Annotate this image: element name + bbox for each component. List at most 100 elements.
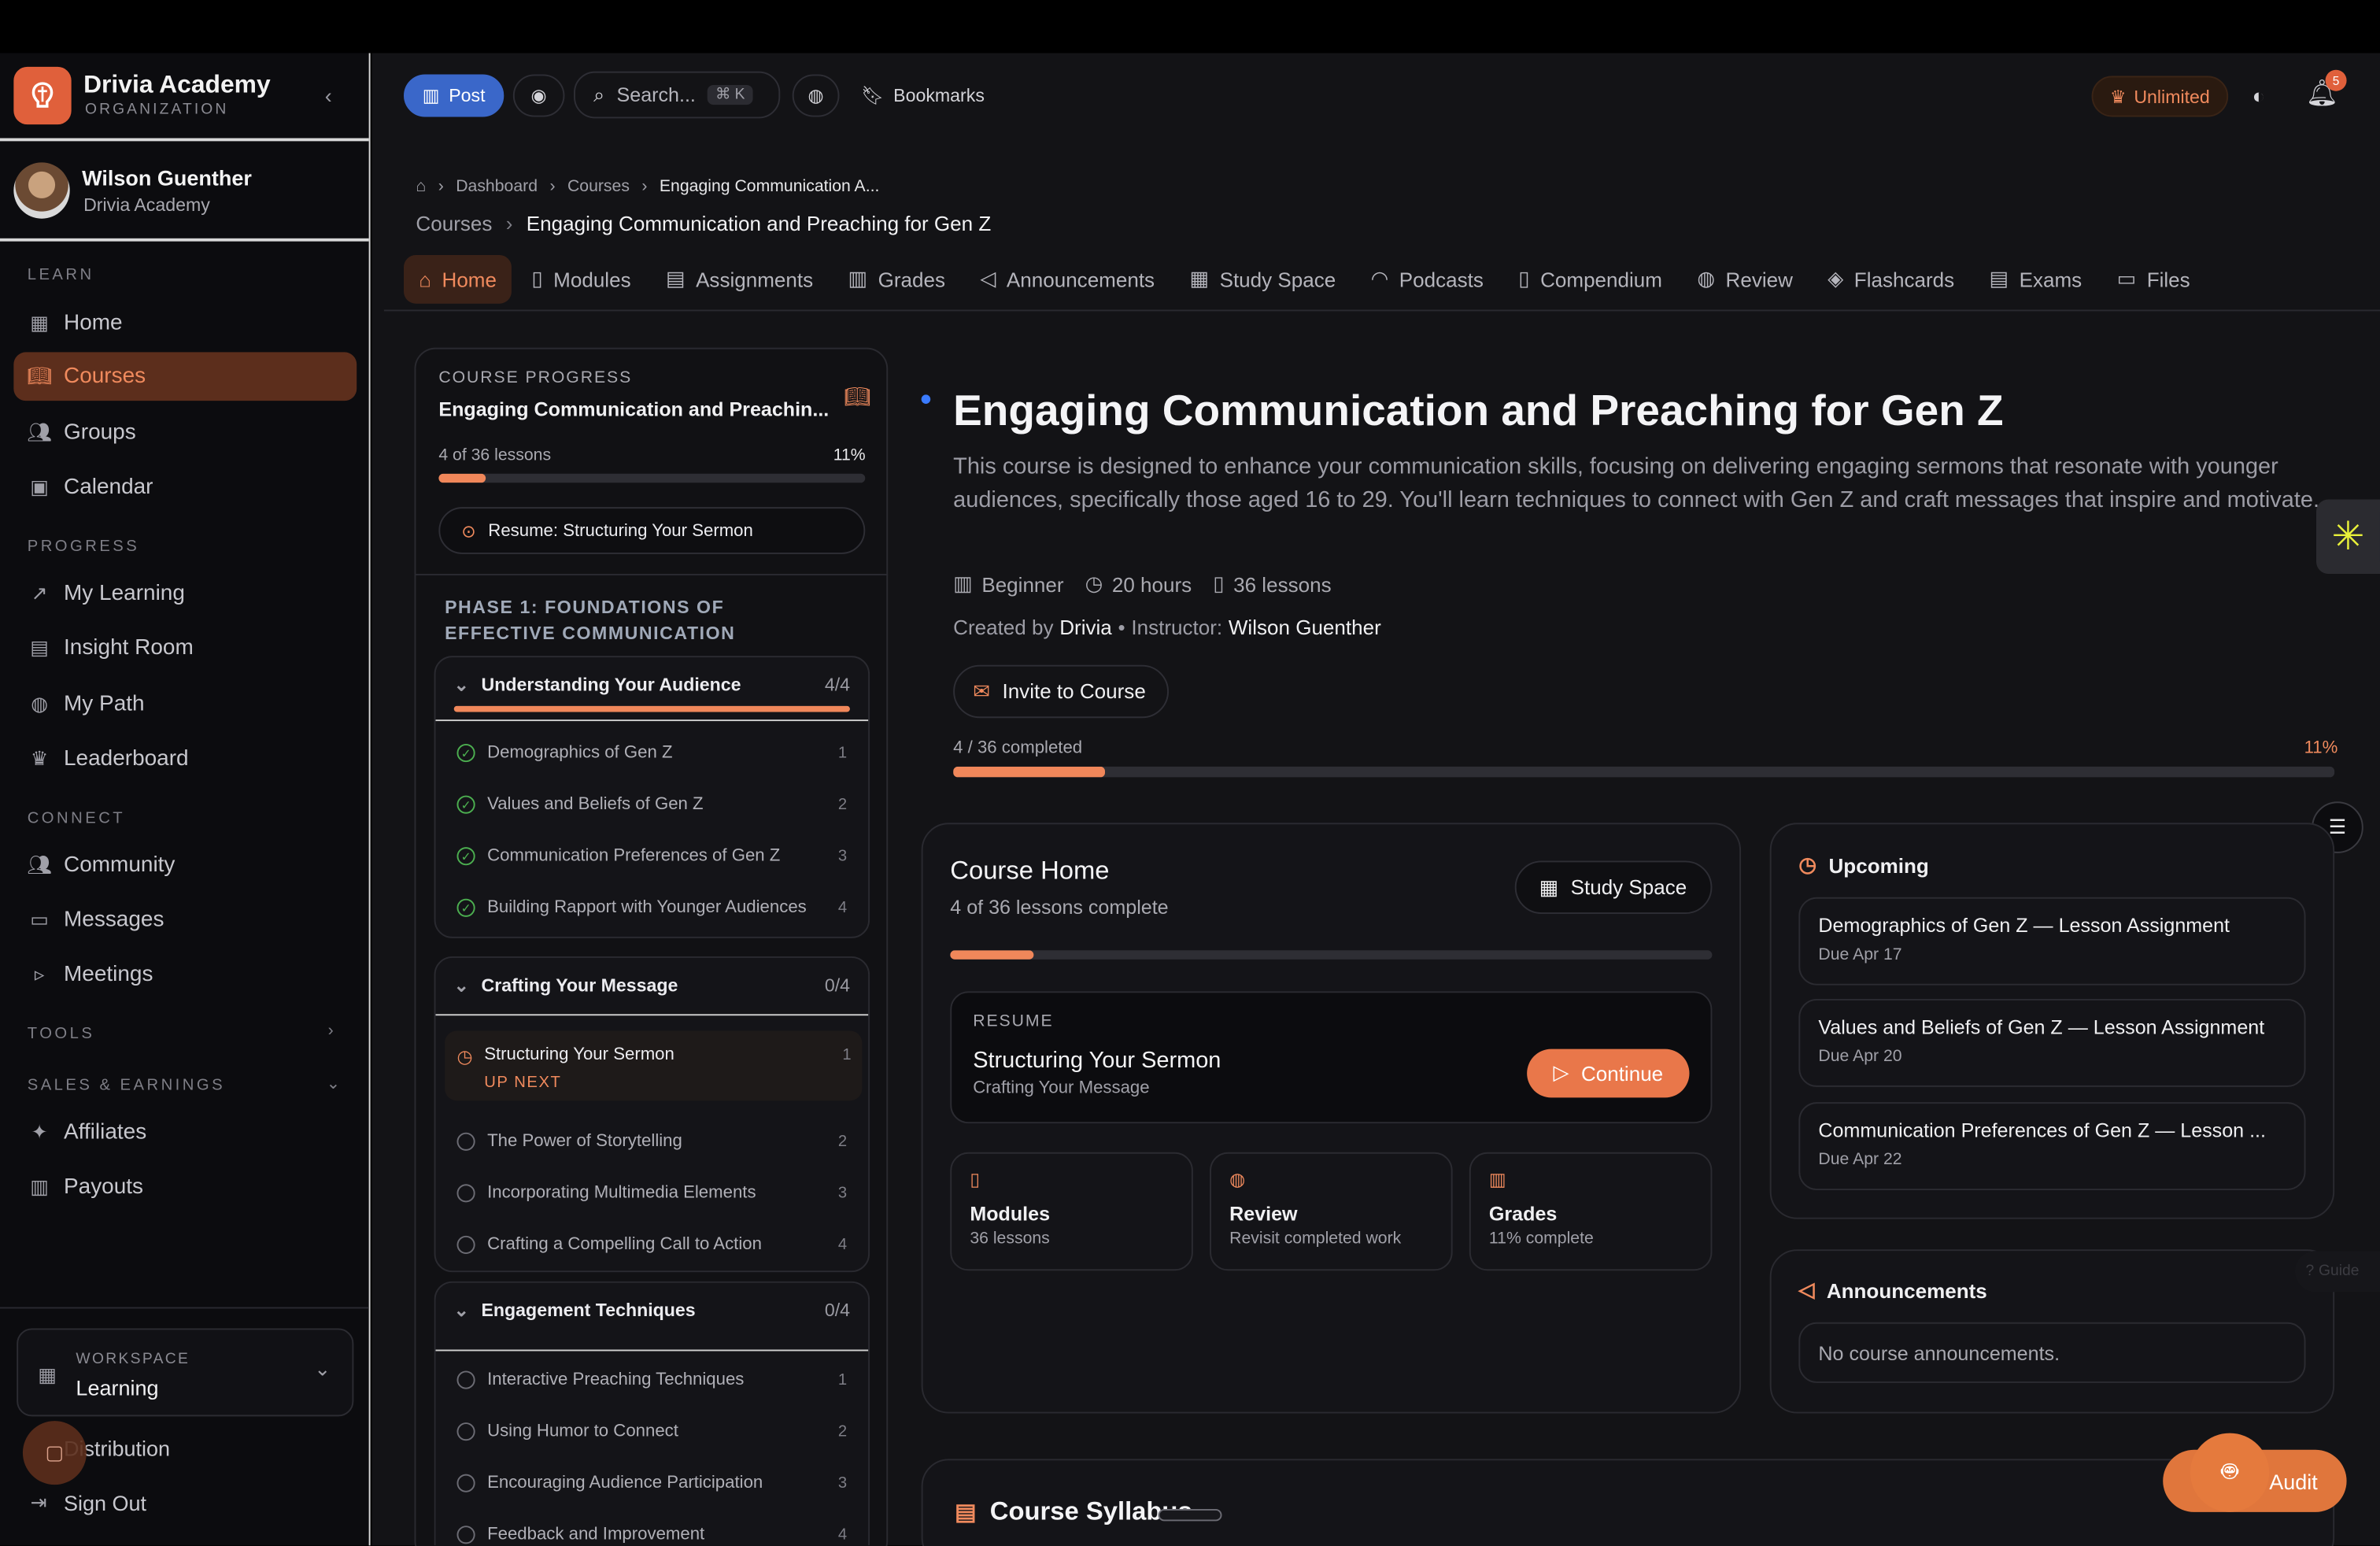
module-header[interactable]: ⌄ Engagement Techniques 0/4 bbox=[435, 1283, 868, 1337]
section-tools[interactable]: TOOLS bbox=[28, 1025, 95, 1043]
lesson-item[interactable]: Incorporating Multimedia Elements 3 bbox=[435, 1167, 868, 1219]
scroll-indicator[interactable] bbox=[1158, 1508, 1222, 1522]
circle-icon bbox=[456, 1184, 475, 1203]
sparkle-icon: ✦ bbox=[31, 1120, 48, 1144]
continue-button[interactable]: ▷ Continue bbox=[1527, 1049, 1690, 1098]
lesson-item[interactable]: ✓ Building Rapport with Younger Audiences… bbox=[435, 882, 868, 934]
lesson-item[interactable]: Interactive Preaching Techniques 1 bbox=[435, 1354, 868, 1406]
tab-announcements[interactable]: ◁ Announcements bbox=[965, 255, 1170, 304]
bar-chart-icon: ▥ bbox=[848, 267, 868, 290]
sidebar-item-insight-room[interactable]: ▤ Insight Room bbox=[13, 624, 357, 673]
divider bbox=[383, 309, 2380, 312]
creator-name[interactable]: Drivia bbox=[1059, 616, 1112, 639]
asterisk-widget-icon[interactable]: ✳ bbox=[2315, 499, 2380, 574]
review-tile[interactable]: ◍ Review Revisit completed work bbox=[1210, 1152, 1453, 1271]
section-sales[interactable]: SALES & EARNINGS bbox=[28, 1076, 225, 1094]
tab-exams[interactable]: ▤ Exams bbox=[1974, 255, 2097, 304]
completed-percent: 11% bbox=[2304, 739, 2338, 758]
lesson-item[interactable]: ✓ Demographics of Gen Z1 bbox=[435, 727, 868, 779]
status-dot bbox=[921, 394, 931, 404]
lesson-item[interactable]: Using Humor to Connect 2 bbox=[435, 1406, 868, 1458]
instructor-name[interactable]: Wilson Guenther bbox=[1229, 616, 1381, 639]
divider bbox=[435, 1014, 869, 1016]
sidebar-item-payouts[interactable]: ▥ Payouts bbox=[13, 1163, 357, 1211]
lesson-item[interactable]: Crafting a Compelling Call to Action 4 bbox=[435, 1219, 868, 1271]
tab-compendium[interactable]: ▯ Compendium bbox=[1503, 255, 1677, 304]
home-icon[interactable]: ⌂ bbox=[416, 178, 426, 196]
upcoming-item[interactable]: Values and Beliefs of Gen Z — Lesson Ass… bbox=[1798, 998, 2306, 1087]
sidebar-item-calendar[interactable]: ▣ Calendar bbox=[13, 463, 357, 512]
plan-badge[interactable]: ♛ Unlimited bbox=[2091, 76, 2229, 117]
grades-tile[interactable]: ▥ Grades 11% complete bbox=[1469, 1152, 1713, 1271]
collapse-sidebar-icon[interactable]: ‹ bbox=[325, 83, 332, 108]
sidebar-item-groups[interactable]: 👥︎ Groups bbox=[13, 409, 357, 457]
breadcrumb-dashboard[interactable]: Dashboard bbox=[456, 178, 538, 196]
sidebar-item-home[interactable]: ▦ Home bbox=[13, 299, 357, 348]
grid-icon: ▦ bbox=[38, 1363, 57, 1386]
search-input[interactable]: ⌕ Search... ⌘ K bbox=[573, 71, 781, 119]
org-subtitle: ORGANIZATION bbox=[84, 102, 229, 119]
tab-flashcards[interactable]: ◈ Flashcards bbox=[1813, 255, 1969, 304]
announcements-header: ◁ Announcements bbox=[1798, 1278, 1987, 1302]
chevron-down-icon[interactable]: ⌄ bbox=[327, 1073, 341, 1093]
lesson-item[interactable]: ✓ Communication Preferences of Gen Z3 bbox=[435, 830, 868, 882]
home-progress-bar bbox=[950, 950, 1713, 960]
invite-button[interactable]: ✉ Invite to Course bbox=[953, 664, 1169, 719]
course-home-title: Course Home bbox=[950, 856, 1110, 886]
upcoming-item[interactable]: Communication Preferences of Gen Z — Les… bbox=[1798, 1102, 2306, 1190]
lesson-item[interactable]: Encouraging Audience Participation 3 bbox=[435, 1457, 868, 1509]
post-button[interactable]: ▥ Post bbox=[403, 74, 504, 117]
resume-title: Structuring Your Sermon bbox=[973, 1047, 1221, 1074]
users-icon: 👥︎ bbox=[27, 853, 53, 876]
book-icon: 📖︎ bbox=[27, 364, 53, 387]
sidebar-item-community[interactable]: 👥︎ Community bbox=[13, 841, 357, 890]
course-meta: ▥ Beginner ◷ 20 hours ▯ 36 lessons bbox=[953, 572, 1332, 596]
avatar[interactable] bbox=[13, 162, 70, 219]
section-learn: LEARN bbox=[27, 265, 94, 284]
lesson-item[interactable]: The Power of Storytelling 2 bbox=[435, 1115, 868, 1167]
guide-button[interactable]: ? Guide bbox=[2294, 1251, 2380, 1293]
breadcrumb-courses-link[interactable]: Courses bbox=[416, 213, 492, 235]
current-lesson[interactable]: ◷ Structuring Your Sermon UP NEXT 1 bbox=[445, 1030, 863, 1101]
globe-button[interactable]: ◍ bbox=[792, 74, 840, 117]
tab-assignments[interactable]: ▤ Assignments bbox=[651, 255, 829, 304]
sidebar-item-my-learning[interactable]: ↗ My Learning bbox=[13, 569, 357, 618]
preview-button[interactable]: ◉ bbox=[512, 74, 565, 117]
workspace-selector[interactable]: ▦ WORKSPACE Learning ⌄ bbox=[17, 1328, 354, 1417]
tab-review[interactable]: ◍ Review bbox=[1682, 255, 1808, 304]
sidebar-item-leaderboard[interactable]: ♛ Leaderboard bbox=[13, 734, 357, 783]
lesson-item[interactable]: Feedback and Improvement 4 bbox=[435, 1509, 868, 1546]
sign-out-link[interactable]: Sign Out bbox=[64, 1491, 146, 1515]
sidebar-item-courses[interactable]: 📖︎ Courses bbox=[13, 352, 357, 401]
chevron-right-icon[interactable]: › bbox=[328, 1022, 334, 1040]
tab-podcasts[interactable]: ◠ Podcasts bbox=[1355, 255, 1499, 304]
bar-chart-icon: ▥ bbox=[953, 572, 973, 595]
sidebar-item-messages[interactable]: ▭ Messages bbox=[13, 896, 357, 945]
resume-button[interactable]: ⊙ Resume: Structuring Your Sermon bbox=[438, 507, 866, 554]
user-org: Drivia Academy bbox=[83, 194, 210, 216]
lesson-item[interactable]: ✓ Values and Beliefs of Gen Z2 bbox=[435, 779, 868, 830]
study-space-button[interactable]: ▦ Study Space bbox=[1514, 860, 1713, 914]
tab-modules[interactable]: ▯ Modules bbox=[516, 255, 646, 304]
palette-icon[interactable]: ◐ bbox=[2238, 74, 2280, 117]
notebook-icon: ▯ bbox=[1518, 267, 1530, 290]
sidebar-item-my-path[interactable]: ◍ My Path bbox=[13, 680, 357, 729]
tab-study-space[interactable]: ▦ Study Space bbox=[1174, 255, 1351, 304]
sidebar-item-meetings[interactable]: ▹ Meetings bbox=[13, 950, 357, 999]
sidebar-item-affiliates[interactable]: ✦ Affiliates bbox=[13, 1108, 357, 1157]
play-circle-icon: ⊙ bbox=[461, 523, 476, 542]
user-name: Wilson Guenther bbox=[82, 165, 252, 190]
robot-icon[interactable]: 🤖︎ bbox=[2190, 1433, 2270, 1512]
breadcrumb-courses[interactable]: Courses bbox=[567, 178, 630, 196]
tab-grades[interactable]: ▥ Grades bbox=[833, 255, 960, 304]
bookmarks-button[interactable]: 🔖︎ Bookmarks bbox=[850, 74, 996, 117]
upcoming-item[interactable]: Demographics of Gen Z — Lesson Assignmen… bbox=[1798, 897, 2306, 986]
module-header[interactable]: ⌄ Crafting Your Message 0/4 bbox=[435, 958, 868, 1012]
module-header[interactable]: ⌄ Understanding Your Audience 4/4 bbox=[435, 657, 868, 712]
tab-home[interactable]: ⌂ Home bbox=[403, 254, 512, 304]
chat-bubble-icon[interactable]: ▢ bbox=[22, 1421, 87, 1485]
tab-files[interactable]: ▭ Files bbox=[2101, 255, 2205, 304]
modules-tile[interactable]: ▯ Modules 36 lessons bbox=[950, 1152, 1193, 1271]
clock-icon: ◷ bbox=[1798, 853, 1817, 876]
org-logo[interactable] bbox=[13, 66, 72, 125]
